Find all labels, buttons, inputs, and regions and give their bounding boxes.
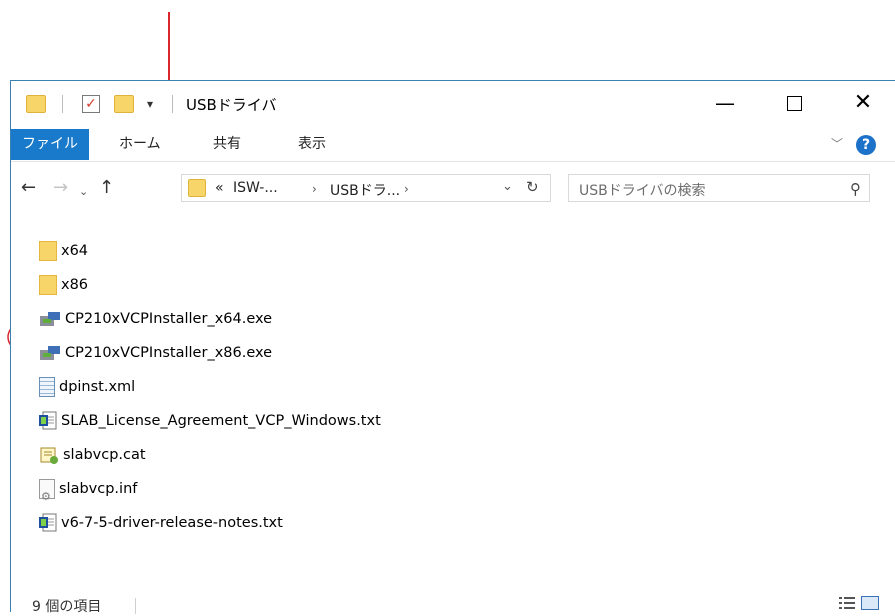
address-bar[interactable]: « ISW-... › USBドラ... › ⌄ ↻ (181, 174, 551, 202)
back-button[interactable]: ← (21, 178, 36, 198)
forward-button[interactable]: → (53, 178, 68, 198)
file-list: x64 x86 CP210xVCPInstaller_x64.exe CP210… (11, 221, 895, 581)
navigation-bar: ← → ⌄ ↑ « ISW-... › USBドラ... › ⌄ ↻ USBドラ… (11, 162, 895, 216)
status-bar: 9 個の項目 (11, 586, 895, 615)
title-separator (62, 95, 63, 113)
installer-icon (40, 346, 60, 360)
settings-file-icon (39, 479, 55, 511)
list-item[interactable]: slabvcp.cat (39, 441, 146, 469)
list-item[interactable]: CP210xVCPInstaller_x64.exe (39, 305, 272, 333)
status-separator (135, 598, 136, 614)
breadcrumb-chevron-icon[interactable]: › (404, 182, 409, 196)
tab-share[interactable]: 共有 (213, 129, 241, 160)
xml-file-icon (39, 377, 55, 397)
file-name: CP210xVCPInstaller_x64.exe (65, 311, 273, 327)
folder-icon (39, 241, 57, 261)
recent-locations-icon[interactable]: ⌄ (79, 182, 88, 202)
ribbon: ファイル ホーム 共有 表示 ﹀ ? (11, 129, 895, 162)
title-separator (172, 95, 173, 113)
address-dropdown-icon[interactable]: ⌄ (502, 179, 513, 194)
installer-icon (40, 312, 60, 326)
breadcrumb-isw[interactable]: ISW-... (233, 180, 278, 196)
list-item[interactable]: dpinst.xml (39, 373, 135, 401)
tab-home[interactable]: ホーム (119, 129, 161, 160)
search-input[interactable]: USBドライバの検索 (579, 180, 705, 200)
list-item[interactable]: CP210xVCPInstaller_x86.exe (39, 339, 272, 367)
search-box[interactable]: USBドライバの検索 ⚲ (568, 174, 870, 202)
breadcrumb-overflow[interactable]: « (215, 180, 224, 196)
file-name: slabvcp.cat (63, 447, 146, 463)
file-name: slabvcp.inf (59, 481, 138, 497)
large-icons-view-icon[interactable] (861, 596, 879, 610)
maximize-button[interactable] (771, 87, 817, 121)
maximize-icon (786, 95, 802, 111)
text-file-icon (39, 411, 57, 430)
tab-view[interactable]: 表示 (298, 129, 326, 160)
up-button[interactable]: ↑ (99, 178, 114, 198)
item-count: 9 個の項目 (32, 599, 102, 615)
new-folder-icon[interactable] (114, 95, 134, 113)
help-icon[interactable]: ? (856, 135, 876, 155)
close-button[interactable]: ✕ (840, 87, 886, 121)
search-icon[interactable]: ⚲ (850, 180, 861, 198)
properties-icon[interactable]: ✓ (82, 95, 100, 113)
file-name: CP210xVCPInstaller_x86.exe (65, 345, 273, 361)
text-file-icon (39, 513, 57, 532)
list-item[interactable]: slabvcp.inf (39, 475, 138, 511)
file-name: dpinst.xml (59, 379, 136, 395)
breadcrumb-chevron-icon[interactable]: › (312, 182, 317, 196)
title-bar: ✓ ▾ USBドライバ — ✕ (11, 81, 895, 129)
file-name: x86 (61, 277, 89, 293)
file-name: v6-7-5-driver-release-notes.txt (61, 515, 283, 531)
minimize-button[interactable]: — (702, 87, 748, 121)
breadcrumb-usb[interactable]: USBドラ... (330, 180, 400, 200)
list-item[interactable]: x64 (39, 237, 88, 265)
file-name: x64 (61, 243, 89, 259)
folder-icon (26, 95, 46, 113)
file-name: SLAB_License_Agreement_VCP_Windows.txt (61, 413, 381, 429)
refresh-icon[interactable]: ↻ (526, 178, 539, 196)
ribbon-expand-icon[interactable]: ﹀ (831, 135, 843, 152)
list-item[interactable]: x86 (39, 271, 88, 299)
folder-icon (188, 179, 206, 197)
details-view-icon[interactable] (839, 596, 855, 610)
window-title: USBドライバ (186, 96, 277, 114)
explorer-window: ✓ ▾ USBドライバ — ✕ ファイル ホーム 共有 表示 ﹀ ? ← → ⌄… (10, 80, 895, 615)
catalog-file-icon (40, 447, 58, 464)
tab-file[interactable]: ファイル (11, 129, 89, 160)
quick-access-dropdown-icon[interactable]: ▾ (147, 95, 153, 113)
list-item[interactable]: SLAB_License_Agreement_VCP_Windows.txt (39, 407, 381, 435)
folder-icon (39, 275, 57, 295)
list-item[interactable]: v6-7-5-driver-release-notes.txt (39, 509, 283, 537)
